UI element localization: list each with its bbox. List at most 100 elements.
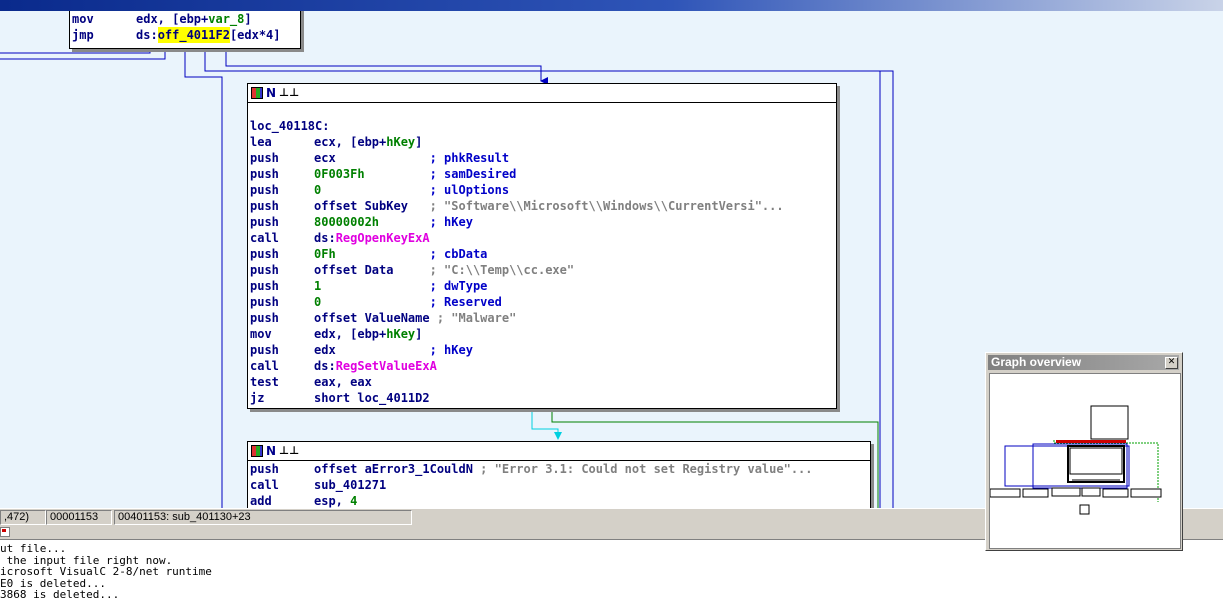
operand: ] xyxy=(415,327,423,341)
numeric-operand: 4 xyxy=(350,494,358,508)
rename-n-icon[interactable]: N xyxy=(266,444,276,458)
code-line[interactable]: push 0Fh ; cbData xyxy=(248,246,836,262)
code-line[interactable]: push 0F003Fh ; samDesired xyxy=(248,166,836,182)
spacing xyxy=(321,182,429,198)
edge-left-down xyxy=(184,49,223,508)
color-grid-icon[interactable] xyxy=(251,87,263,99)
string-comment: ; "Software\\Microsoft\\Windows\\Current… xyxy=(429,199,784,213)
code-line[interactable]: jz short loc_4011D2 xyxy=(248,390,836,406)
spacing xyxy=(336,246,430,262)
spacing xyxy=(321,294,429,310)
status-file-offset: 00001153 xyxy=(46,510,112,525)
mnemonic: push xyxy=(250,215,279,229)
string-comment: ; "Malware" xyxy=(436,311,517,325)
code-line[interactable]: call sub_401271 xyxy=(248,477,870,493)
operand: sub_401271 xyxy=(314,478,387,492)
edge-to-loc_40118C xyxy=(225,49,548,85)
window-title-bar xyxy=(0,0,1223,11)
graph-overview-canvas[interactable] xyxy=(989,373,1181,549)
numeric-operand: 80000002h xyxy=(314,215,380,229)
operand: ds: xyxy=(314,231,336,245)
graph-overview-window[interactable]: Graph overview ✕ xyxy=(985,352,1183,551)
code-label[interactable]: loc_40118C: xyxy=(248,118,836,134)
string-comment: ; "C:\\Temp\\cc.exe" xyxy=(429,263,575,277)
mnemonic: mov xyxy=(72,12,94,26)
code-line[interactable]: push 1 ; dwType xyxy=(248,278,836,294)
code-block-jmp[interactable]: mov edx, [ebp+ var_8] jmp ds: off_4011F2 [edx… xyxy=(69,11,301,49)
operand: short loc_4011D2 xyxy=(314,391,430,405)
numeric-operand: 0Fh xyxy=(314,247,336,261)
operand: ecx xyxy=(314,151,430,165)
code-block-loc_40118C[interactable]: N ⊥⊥ loc_40118C: lea ecx, [ebp+ hKey] push e… xyxy=(247,83,837,409)
code-line[interactable]: call ds: RegOpenKeyExA xyxy=(248,230,836,246)
output-window-icon[interactable] xyxy=(0,527,10,537)
close-icon[interactable]: ✕ xyxy=(1165,357,1178,369)
mnemonic: push xyxy=(250,183,279,197)
operand-name: var_8 xyxy=(208,12,245,26)
edge-left-1 xyxy=(0,49,166,60)
edge-left-2 xyxy=(0,49,151,54)
edge-false-branch xyxy=(531,409,562,440)
code-line[interactable]: test eax, eax xyxy=(248,374,836,390)
operand: offset SubKey xyxy=(314,199,430,213)
code-line[interactable]: push 0 ; ulOptions xyxy=(248,182,836,198)
code-line[interactable]: push offset Data ; "C:\\Temp\\cc.exe" xyxy=(248,262,836,278)
code-line[interactable]: push 80000002h ; hKey xyxy=(248,214,836,230)
operand-name[interactable]: hKey xyxy=(386,326,415,342)
hand-icon[interactable]: ⊥⊥ xyxy=(279,86,299,100)
code-line[interactable]: push ecx ; phkResult xyxy=(248,150,836,166)
numeric-operand: 0 xyxy=(314,295,322,309)
color-grid-icon[interactable] xyxy=(251,445,263,457)
mnemonic: push xyxy=(250,311,279,325)
code-line[interactable]: call ds: RegSetValueExA xyxy=(248,358,836,374)
code-block-error[interactable]: N ⊥⊥ push offset aError3_1CouldN ; "Error… xyxy=(247,441,871,508)
mnemonic: push xyxy=(250,279,279,293)
operand: [edx*4] xyxy=(229,28,281,42)
output-line: 3868 is deleted... xyxy=(0,588,120,601)
operand: edx, [ebp+ xyxy=(136,12,209,26)
operand: ecx, [ebp+ xyxy=(314,135,387,149)
hand-icon[interactable]: ⊥⊥ xyxy=(279,444,299,458)
code-line[interactable]: mov edx, [ebp+ hKey] xyxy=(248,326,836,342)
output-line: icrosoft VisualC 2-8/net runtime xyxy=(0,565,212,578)
comment: ; hKey xyxy=(429,343,473,357)
mnemonic: push xyxy=(250,167,279,181)
code-line[interactable]: mov edx, [ebp+ var_8] xyxy=(70,11,300,27)
mnemonic: push xyxy=(250,199,279,213)
highlighted-operand[interactable]: off_4011F2 xyxy=(157,27,230,43)
operand: ] xyxy=(415,135,423,149)
code-line[interactable]: add esp, 4 xyxy=(248,493,870,508)
comment: ; ulOptions xyxy=(429,183,510,197)
comment: ; phkResult xyxy=(429,151,510,165)
numeric-operand: 0 xyxy=(314,183,322,197)
operand-name[interactable]: hKey xyxy=(386,134,415,150)
code-line[interactable]: lea ecx, [ebp+ hKey] xyxy=(248,134,836,150)
code-line[interactable]: push offset SubKey ; "Software\\Microsoft… xyxy=(248,198,836,214)
comment: ; cbData xyxy=(429,247,488,261)
code-line[interactable]: push edx ; hKey xyxy=(248,342,836,358)
numeric-operand: 1 xyxy=(314,279,322,293)
code-line[interactable]: jmp ds: off_4011F2 [edx*4] xyxy=(70,27,300,43)
code-line[interactable]: push 0 ; Reserved xyxy=(248,294,836,310)
label-loc_40118C[interactable]: loc_40118C: xyxy=(248,118,329,134)
status-location: 00401153: sub_401130+23 xyxy=(114,510,412,525)
mnemonic: push xyxy=(250,263,279,277)
comment: ; hKey xyxy=(429,215,473,229)
api-name[interactable]: RegOpenKeyExA xyxy=(336,230,430,246)
comment: ; Reserved xyxy=(429,295,502,309)
mnemonic: push xyxy=(250,462,279,476)
graph-overview-title[interactable]: Graph overview xyxy=(988,355,1179,370)
operand: offset Data xyxy=(314,263,430,277)
operand: ] xyxy=(244,12,252,26)
graph-overview-minimap xyxy=(990,405,1162,515)
operand: offset aError3_1CouldN xyxy=(314,462,481,476)
api-name[interactable]: RegSetValueExA xyxy=(336,358,437,374)
code-line[interactable]: push offset ValueName ; "Malware" xyxy=(248,310,836,326)
mnemonic: jz xyxy=(250,391,265,405)
mnemonic: push xyxy=(250,343,279,357)
code-line[interactable]: push offset aError3_1CouldN ; "Error 3.1:… xyxy=(248,461,870,477)
string-comment: ; "Error 3.1: Could not set Registry val… xyxy=(480,462,813,476)
numeric-operand: 0F003Fh xyxy=(314,167,365,181)
rename-n-icon[interactable]: N xyxy=(266,86,276,100)
mnemonic: test xyxy=(250,375,279,389)
